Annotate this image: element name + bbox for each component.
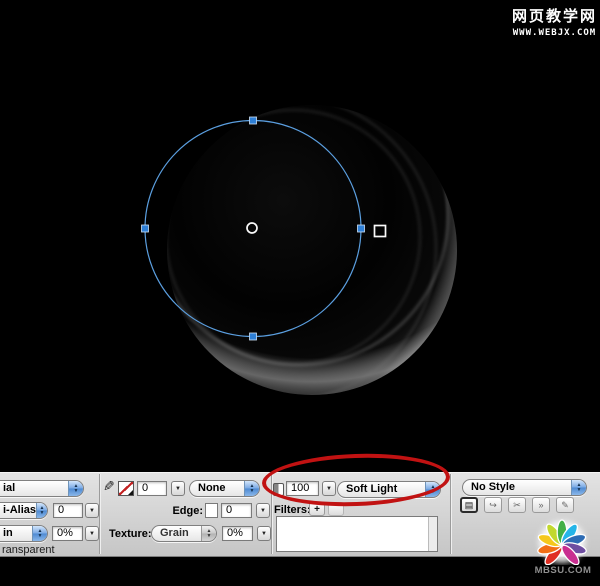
sphere-bottom-highlight (167, 105, 457, 395)
new-style-button[interactable]: ▤ (460, 497, 478, 513)
peacock-logo (537, 519, 587, 565)
watermark-bottom: MBSU.COM (534, 565, 592, 576)
stroke-tip-size-field[interactable]: 0 (137, 481, 167, 496)
stroke-tip-size-arrow[interactable]: ▼ (171, 481, 185, 496)
selection-handle-right[interactable] (357, 224, 365, 233)
detach-style-button[interactable]: ✂ (508, 497, 526, 513)
redefine-style-icon: ↪ (489, 499, 497, 510)
chevron-down-icon: ▼ (89, 530, 95, 537)
application-screenshot: 网页教学网 WWW.WEBJX.COM ial ▲ ▼ i-Alias ▲ ▼ 0 … (0, 0, 600, 586)
stroke-texture-amount-arrow[interactable]: ▼ (257, 526, 271, 541)
stepper-icon[interactable]: ▲ ▼ (36, 503, 47, 518)
stepper-icon[interactable]: ▲ ▼ (32, 526, 47, 541)
panel-divider-1 (99, 474, 100, 554)
selection-handle-left[interactable] (141, 224, 149, 233)
stepper-icon[interactable]: ▲ ▼ (244, 481, 259, 496)
stroke-texture-amount-field[interactable]: 0% (222, 526, 253, 541)
fill-type-dropdown[interactable]: ial ▲ ▼ (0, 480, 84, 497)
expand-style-icon: » (538, 500, 544, 510)
pencil-icon: ✎ (103, 478, 115, 494)
fill-texture-amount-field[interactable]: 0% (52, 526, 83, 541)
chevron-down-icon: ▼ (260, 507, 266, 514)
watermark-top: 网页教学网 WWW.WEBJX.COM (512, 5, 597, 38)
style-value: No Style (471, 481, 516, 493)
stroke-edge-preview[interactable] (205, 503, 218, 518)
stroke-texture-label: Texture: (109, 528, 152, 540)
stroke-texture-dropdown[interactable]: Grain ▲ ▼ (151, 525, 217, 542)
fill-edge-dropdown[interactable]: i-Alias ▲ ▼ (0, 502, 48, 519)
chevron-down-icon: ▼ (261, 530, 267, 537)
stepper-icon[interactable]: ▲ ▼ (68, 481, 83, 496)
stroke-edge-label: Edge: (172, 505, 203, 517)
fill-type-label: ial (3, 482, 16, 494)
fill-texture-label: in (3, 527, 13, 539)
filters-list-scrollbar (428, 517, 437, 551)
stroke-category-dropdown[interactable]: None ▲ ▼ (189, 480, 260, 497)
fill-texture-amount-arrow[interactable]: ▼ (85, 526, 99, 541)
watermark-title: 网页教学网 (511, 8, 597, 25)
watermark-url: WWW.WEBJX.COM (512, 28, 597, 38)
fill-edge-amount-arrow[interactable]: ▼ (85, 503, 99, 518)
panel-divider-3 (450, 474, 451, 554)
stroke-edge-field[interactable]: 0 (221, 503, 252, 518)
chevron-down-icon: ▼ (89, 507, 95, 514)
stroke-texture-value: Grain (160, 527, 189, 539)
style-dropdown[interactable]: No Style ▲ ▼ (462, 479, 587, 496)
chevron-down-icon: ▼ (175, 485, 181, 492)
detach-style-icon: ✂ (513, 499, 521, 510)
stroke-color-well[interactable] (118, 481, 134, 496)
stroke-category-value: None (198, 482, 226, 494)
fill-edge-amount-field[interactable]: 0 (53, 503, 83, 518)
delete-style-icon: ✎ (561, 499, 569, 510)
filters-list[interactable] (276, 516, 438, 552)
stepper-icon[interactable]: ▲ ▼ (201, 526, 216, 541)
selection-handle-bottom[interactable] (249, 332, 257, 341)
redefine-style-button[interactable]: ↪ (484, 497, 502, 513)
stroke-edge-arrow[interactable]: ▼ (256, 503, 270, 518)
fill-transparent-label: ransparent (2, 544, 55, 556)
new-style-icon: ▤ (464, 499, 474, 510)
fill-texture-dropdown[interactable]: in ▲ ▼ (0, 525, 48, 542)
document-canvas[interactable] (0, 0, 600, 472)
stepper-icon[interactable]: ▲ ▼ (571, 480, 586, 495)
selection-handle-top[interactable] (249, 116, 257, 125)
fill-edge-label: i-Alias (3, 504, 37, 516)
